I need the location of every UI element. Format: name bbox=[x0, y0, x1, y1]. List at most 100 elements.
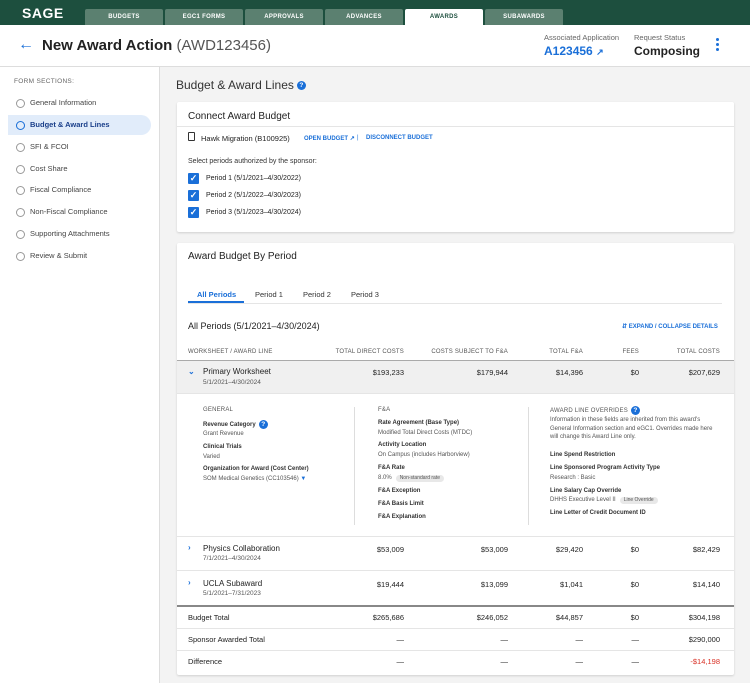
connect-award-budget-card: Connect Award Budget Hawk Migration (B10… bbox=[177, 102, 734, 232]
sidebar-item-supporting-attachments[interactable]: Supporting Attachments bbox=[8, 224, 151, 244]
rate-agreement-value: Modified Total Direct Costs (MTDC) bbox=[378, 430, 473, 436]
clinical-trials-label: Clinical Trials bbox=[203, 444, 242, 450]
back-arrow-icon[interactable]: ← bbox=[18, 36, 34, 54]
cell-fees: $0 bbox=[630, 545, 639, 554]
tab-subawards[interactable]: SUBAWARDS bbox=[485, 9, 563, 25]
help-icon[interactable]: ? bbox=[630, 406, 640, 415]
fa-heading: F&A bbox=[378, 407, 391, 413]
sidebar-item-fiscal-compliance[interactable]: Fiscal Compliance bbox=[8, 180, 151, 200]
sponsor-awarded-csfa: — bbox=[500, 635, 509, 644]
page-title: New Award Action (AWD123456) bbox=[42, 37, 271, 54]
document-icon bbox=[188, 132, 195, 141]
associated-application-link[interactable]: A123456 ↗ bbox=[544, 44, 604, 58]
sidebar-item-general-information[interactable]: General Information bbox=[8, 93, 151, 113]
difference-csfa: — bbox=[500, 657, 509, 666]
sidebar-item-cost-share[interactable]: Cost Share bbox=[8, 159, 151, 179]
cell-csfa: $179,944 bbox=[476, 368, 508, 377]
expand-collapse-link[interactable]: ⇵ EXPAND / COLLAPSE DETAILS bbox=[622, 323, 718, 330]
table-row-primary-worksheet[interactable] bbox=[177, 361, 734, 393]
col-header-fees: FEES bbox=[622, 349, 639, 355]
connect-card-title: Connect Award Budget bbox=[188, 111, 291, 122]
budget-total-label: Budget Total bbox=[188, 613, 230, 622]
sage-logo[interactable]: SAGE bbox=[22, 5, 64, 21]
tab-period-2[interactable]: Period 2 bbox=[303, 290, 331, 299]
period-3-checkbox[interactable]: ✓ bbox=[188, 207, 199, 218]
divider bbox=[354, 407, 355, 525]
help-icon[interactable]: ? bbox=[296, 81, 306, 91]
line-override-badge: Line Override bbox=[619, 497, 658, 504]
radio-icon bbox=[16, 165, 25, 174]
col-header-costs-subject-fa: COSTS SUBJECT TO F&A bbox=[431, 349, 508, 355]
col-header-total-fa: TOTAL F&A bbox=[549, 349, 583, 355]
request-status-label: Request Status bbox=[634, 33, 686, 42]
clinical-trials-value: Varied bbox=[203, 454, 220, 460]
sidebar-item-label: Review & Submit bbox=[30, 251, 88, 260]
organization-dropdown[interactable]: SOM Medical Genetics (CC103546) ▼ bbox=[203, 476, 306, 482]
period-2-checkbox[interactable]: ✓ bbox=[188, 190, 199, 201]
budget-total-tdc: $265,686 bbox=[372, 613, 404, 622]
help-icon[interactable]: ? bbox=[258, 420, 268, 429]
form-sections-sidebar: FORM SECTIONS: General Information Budge… bbox=[0, 67, 160, 683]
col-header-total-costs: TOTAL COSTS bbox=[676, 349, 720, 355]
period-1-checkbox[interactable]: ✓ bbox=[188, 173, 199, 184]
row-dates: 7/1/2021–4/30/2024 bbox=[203, 555, 261, 562]
cell-fees: $0 bbox=[630, 368, 639, 377]
cell-tdc: $19,444 bbox=[376, 580, 404, 589]
more-options-icon[interactable] bbox=[712, 38, 722, 54]
activity-location-label: Activity Location bbox=[378, 442, 427, 448]
select-periods-label: Select periods authorized by the sponsor… bbox=[188, 158, 317, 165]
associated-application-value: A123456 bbox=[544, 44, 593, 58]
award-budget-title: Award Budget By Period bbox=[188, 251, 297, 262]
budget-name: Hawk Migration (B100925) bbox=[201, 134, 290, 143]
radio-icon bbox=[16, 230, 25, 239]
tab-advances[interactable]: ADVANCES bbox=[325, 9, 403, 25]
row-name[interactable]: UCLA Subaward bbox=[203, 579, 262, 588]
fa-rate-value-row: 8.0% Non-standard rate bbox=[378, 475, 444, 482]
row-name: Primary Worksheet bbox=[203, 367, 271, 376]
disconnect-budget-link[interactable]: DISCONNECT BUDGET bbox=[366, 135, 433, 141]
main-tabs: BUDGETS EGC1 FORMS APPROVALS ADVANCES AW… bbox=[85, 9, 563, 25]
fa-rate-value: 8.0% bbox=[378, 475, 392, 481]
fa-basis-limit-label: F&A Basis Limit bbox=[378, 501, 424, 507]
budget-total-fees: $0 bbox=[630, 613, 639, 622]
external-link-icon: ↗ bbox=[596, 47, 604, 57]
letter-of-credit-label: Line Letter of Credit Document ID bbox=[550, 510, 646, 516]
radio-icon bbox=[16, 143, 25, 152]
activity-location-value: On Campus (includes Harborview) bbox=[378, 452, 470, 458]
radio-icon bbox=[16, 186, 25, 195]
chevron-right-icon[interactable]: › bbox=[188, 543, 191, 552]
cell-total: $207,629 bbox=[688, 368, 720, 377]
award-budget-by-period-card: Award Budget By Period All Periods Perio… bbox=[177, 243, 734, 675]
cell-fa: $14,396 bbox=[555, 368, 583, 377]
open-budget-link[interactable]: OPEN BUDGET ↗ bbox=[304, 135, 355, 142]
col-header-total-direct-costs: TOTAL DIRECT COSTS bbox=[335, 349, 404, 355]
tab-period-3[interactable]: Period 3 bbox=[351, 290, 379, 299]
tab-egc1-forms[interactable]: EGC1 FORMS bbox=[165, 9, 243, 25]
sidebar-item-review-submit[interactable]: Review & Submit bbox=[8, 246, 151, 266]
tab-period-1[interactable]: Period 1 bbox=[255, 290, 283, 299]
caret-down-icon: ▼ bbox=[300, 476, 307, 482]
cell-fa: $29,420 bbox=[555, 545, 583, 554]
difference-fa: — bbox=[575, 657, 584, 666]
chevron-down-icon[interactable]: ⌄ bbox=[188, 367, 195, 376]
row-name[interactable]: Physics Collaboration bbox=[203, 544, 280, 553]
tab-budgets[interactable]: BUDGETS bbox=[85, 9, 163, 25]
revenue-category-label: Revenue Category? bbox=[203, 420, 268, 429]
sponsor-awarded-tdc: — bbox=[396, 635, 405, 644]
sidebar-item-budget-award-lines[interactable]: Budget & Award Lines bbox=[8, 115, 151, 135]
link-separator: | bbox=[357, 135, 359, 141]
section-title: Budget & Award Lines? bbox=[176, 78, 306, 92]
cell-fees: $0 bbox=[630, 580, 639, 589]
sidebar-item-sfi-fcoi[interactable]: SFI & FCOI bbox=[8, 137, 151, 157]
tab-approvals[interactable]: APPROVALS bbox=[245, 9, 323, 25]
tab-all-periods[interactable]: All Periods bbox=[197, 290, 236, 299]
award-code: (AWD123456) bbox=[176, 37, 271, 54]
row-dates: 5/1/2021–4/30/2024 bbox=[203, 379, 261, 386]
sidebar-item-non-fiscal-compliance[interactable]: Non-Fiscal Compliance bbox=[8, 202, 151, 222]
divider bbox=[177, 536, 734, 537]
chevron-right-icon[interactable]: › bbox=[188, 578, 191, 587]
section-title-text: Budget & Award Lines bbox=[176, 78, 294, 92]
tab-awards[interactable]: AWARDS bbox=[405, 9, 483, 25]
period-3-label: Period 3 (5/1/2023–4/30/2024) bbox=[206, 209, 301, 216]
sidebar-heading: FORM SECTIONS: bbox=[14, 78, 75, 85]
